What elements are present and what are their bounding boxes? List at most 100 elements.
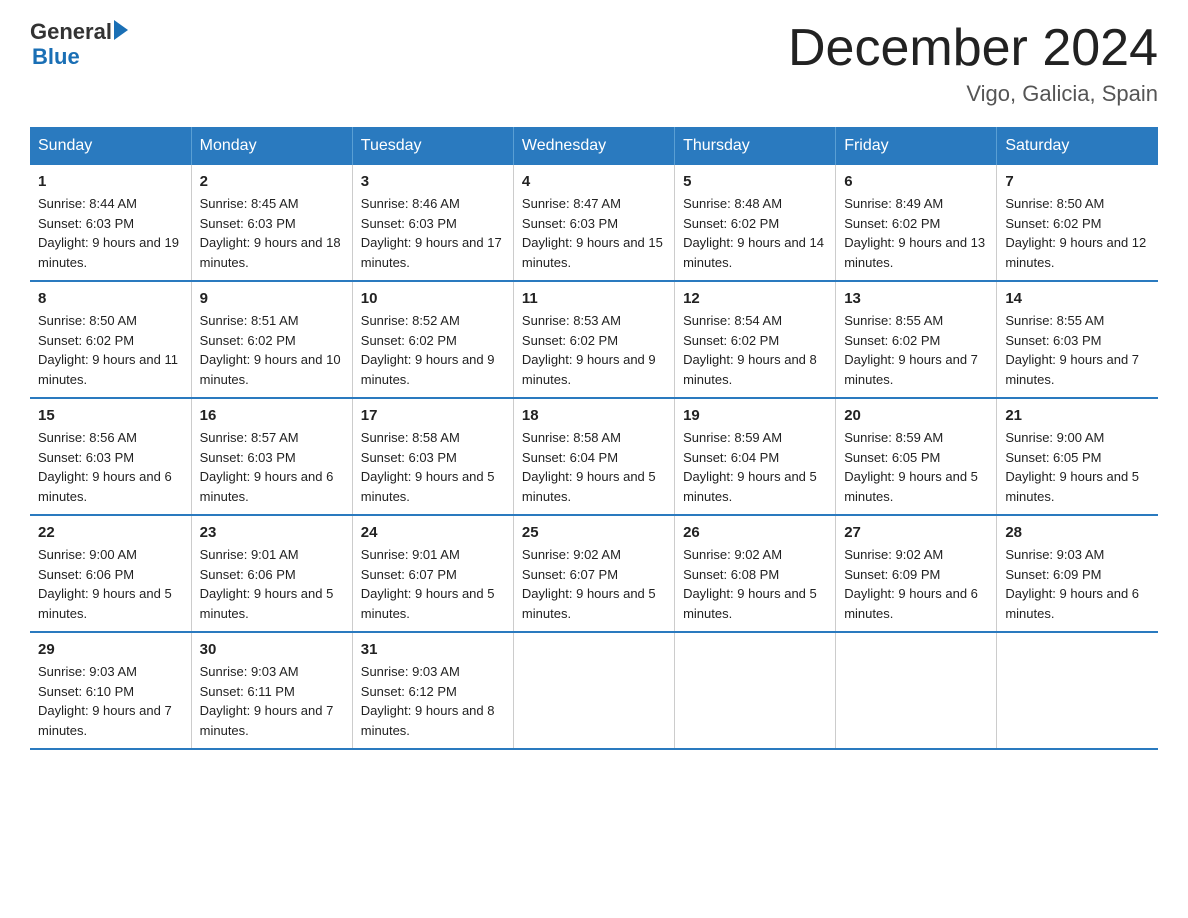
- day-number: 21: [1005, 407, 1150, 424]
- day-number: 24: [361, 524, 505, 541]
- day-info: Sunrise: 9:03 AMSunset: 6:10 PMDaylight:…: [38, 662, 183, 740]
- day-number: 19: [683, 407, 827, 424]
- day-info: Sunrise: 9:02 AMSunset: 6:08 PMDaylight:…: [683, 545, 827, 623]
- day-number: 14: [1005, 290, 1150, 307]
- day-number: 20: [844, 407, 988, 424]
- day-info: Sunrise: 8:48 AMSunset: 6:02 PMDaylight:…: [683, 194, 827, 272]
- calendar-week-row: 15 Sunrise: 8:56 AMSunset: 6:03 PMDaylig…: [30, 398, 1158, 515]
- day-info: Sunrise: 9:03 AMSunset: 6:09 PMDaylight:…: [1005, 545, 1150, 623]
- day-info: Sunrise: 8:47 AMSunset: 6:03 PMDaylight:…: [522, 194, 666, 272]
- day-info: Sunrise: 9:01 AMSunset: 6:07 PMDaylight:…: [361, 545, 505, 623]
- calendar-cell: 5 Sunrise: 8:48 AMSunset: 6:02 PMDayligh…: [675, 165, 836, 281]
- calendar-cell: 24 Sunrise: 9:01 AMSunset: 6:07 PMDaylig…: [352, 515, 513, 632]
- calendar-cell: 21 Sunrise: 9:00 AMSunset: 6:05 PMDaylig…: [997, 398, 1158, 515]
- day-number: 26: [683, 524, 827, 541]
- day-number: 8: [38, 290, 183, 307]
- page-header: General Blue December 2024 Vigo, Galicia…: [30, 20, 1158, 107]
- calendar-week-row: 29 Sunrise: 9:03 AMSunset: 6:10 PMDaylig…: [30, 632, 1158, 749]
- day-info: Sunrise: 8:59 AMSunset: 6:05 PMDaylight:…: [844, 428, 988, 506]
- calendar-week-row: 8 Sunrise: 8:50 AMSunset: 6:02 PMDayligh…: [30, 281, 1158, 398]
- day-info: Sunrise: 8:57 AMSunset: 6:03 PMDaylight:…: [200, 428, 344, 506]
- day-number: 29: [38, 641, 183, 658]
- day-info: Sunrise: 9:02 AMSunset: 6:07 PMDaylight:…: [522, 545, 666, 623]
- day-info: Sunrise: 8:52 AMSunset: 6:02 PMDaylight:…: [361, 311, 505, 389]
- day-info: Sunrise: 8:59 AMSunset: 6:04 PMDaylight:…: [683, 428, 827, 506]
- calendar-cell: 6 Sunrise: 8:49 AMSunset: 6:02 PMDayligh…: [836, 165, 997, 281]
- calendar-week-row: 22 Sunrise: 9:00 AMSunset: 6:06 PMDaylig…: [30, 515, 1158, 632]
- day-info: Sunrise: 8:44 AMSunset: 6:03 PMDaylight:…: [38, 194, 183, 272]
- day-number: 15: [38, 407, 183, 424]
- title-section: December 2024 Vigo, Galicia, Spain: [788, 20, 1158, 107]
- day-info: Sunrise: 8:46 AMSunset: 6:03 PMDaylight:…: [361, 194, 505, 272]
- calendar-cell: [675, 632, 836, 749]
- day-info: Sunrise: 8:56 AMSunset: 6:03 PMDaylight:…: [38, 428, 183, 506]
- day-info: Sunrise: 9:00 AMSunset: 6:05 PMDaylight:…: [1005, 428, 1150, 506]
- calendar-cell: 18 Sunrise: 8:58 AMSunset: 6:04 PMDaylig…: [513, 398, 674, 515]
- day-number: 4: [522, 173, 666, 190]
- day-info: Sunrise: 8:58 AMSunset: 6:04 PMDaylight:…: [522, 428, 666, 506]
- day-number: 3: [361, 173, 505, 190]
- calendar-header-sunday: Sunday: [30, 127, 191, 165]
- calendar-cell: 25 Sunrise: 9:02 AMSunset: 6:07 PMDaylig…: [513, 515, 674, 632]
- day-number: 9: [200, 290, 344, 307]
- day-number: 22: [38, 524, 183, 541]
- day-info: Sunrise: 8:50 AMSunset: 6:02 PMDaylight:…: [38, 311, 183, 389]
- day-number: 1: [38, 173, 183, 190]
- calendar-cell: 16 Sunrise: 8:57 AMSunset: 6:03 PMDaylig…: [191, 398, 352, 515]
- calendar-cell: 2 Sunrise: 8:45 AMSunset: 6:03 PMDayligh…: [191, 165, 352, 281]
- calendar-cell: 29 Sunrise: 9:03 AMSunset: 6:10 PMDaylig…: [30, 632, 191, 749]
- day-info: Sunrise: 8:50 AMSunset: 6:02 PMDaylight:…: [1005, 194, 1150, 272]
- day-number: 25: [522, 524, 666, 541]
- day-number: 12: [683, 290, 827, 307]
- month-title: December 2024: [788, 20, 1158, 77]
- calendar-header-thursday: Thursday: [675, 127, 836, 165]
- day-number: 5: [683, 173, 827, 190]
- calendar-cell: [836, 632, 997, 749]
- day-info: Sunrise: 9:02 AMSunset: 6:09 PMDaylight:…: [844, 545, 988, 623]
- calendar-cell: [997, 632, 1158, 749]
- calendar-table: SundayMondayTuesdayWednesdayThursdayFrid…: [30, 127, 1158, 750]
- day-number: 30: [200, 641, 344, 658]
- day-number: 23: [200, 524, 344, 541]
- logo-triangle-icon: [114, 20, 128, 40]
- calendar-cell: 31 Sunrise: 9:03 AMSunset: 6:12 PMDaylig…: [352, 632, 513, 749]
- calendar-cell: 27 Sunrise: 9:02 AMSunset: 6:09 PMDaylig…: [836, 515, 997, 632]
- logo-text-blue: Blue: [32, 44, 128, 70]
- day-info: Sunrise: 8:54 AMSunset: 6:02 PMDaylight:…: [683, 311, 827, 389]
- calendar-cell: 3 Sunrise: 8:46 AMSunset: 6:03 PMDayligh…: [352, 165, 513, 281]
- location-label: Vigo, Galicia, Spain: [788, 81, 1158, 107]
- day-number: 27: [844, 524, 988, 541]
- calendar-header-monday: Monday: [191, 127, 352, 165]
- day-number: 17: [361, 407, 505, 424]
- calendar-header-row: SundayMondayTuesdayWednesdayThursdayFrid…: [30, 127, 1158, 165]
- day-info: Sunrise: 8:49 AMSunset: 6:02 PMDaylight:…: [844, 194, 988, 272]
- calendar-cell: 12 Sunrise: 8:54 AMSunset: 6:02 PMDaylig…: [675, 281, 836, 398]
- calendar-header-tuesday: Tuesday: [352, 127, 513, 165]
- calendar-header-friday: Friday: [836, 127, 997, 165]
- calendar-header-wednesday: Wednesday: [513, 127, 674, 165]
- day-number: 28: [1005, 524, 1150, 541]
- day-info: Sunrise: 9:00 AMSunset: 6:06 PMDaylight:…: [38, 545, 183, 623]
- calendar-cell: 1 Sunrise: 8:44 AMSunset: 6:03 PMDayligh…: [30, 165, 191, 281]
- calendar-cell: 4 Sunrise: 8:47 AMSunset: 6:03 PMDayligh…: [513, 165, 674, 281]
- day-number: 18: [522, 407, 666, 424]
- day-number: 6: [844, 173, 988, 190]
- calendar-cell: 7 Sunrise: 8:50 AMSunset: 6:02 PMDayligh…: [997, 165, 1158, 281]
- calendar-cell: 28 Sunrise: 9:03 AMSunset: 6:09 PMDaylig…: [997, 515, 1158, 632]
- day-info: Sunrise: 9:03 AMSunset: 6:11 PMDaylight:…: [200, 662, 344, 740]
- logo: General Blue: [30, 20, 128, 70]
- calendar-cell: 14 Sunrise: 8:55 AMSunset: 6:03 PMDaylig…: [997, 281, 1158, 398]
- day-number: 11: [522, 290, 666, 307]
- calendar-week-row: 1 Sunrise: 8:44 AMSunset: 6:03 PMDayligh…: [30, 165, 1158, 281]
- calendar-cell: 15 Sunrise: 8:56 AMSunset: 6:03 PMDaylig…: [30, 398, 191, 515]
- day-info: Sunrise: 8:53 AMSunset: 6:02 PMDaylight:…: [522, 311, 666, 389]
- logo-text-general: General: [30, 20, 112, 44]
- day-info: Sunrise: 9:03 AMSunset: 6:12 PMDaylight:…: [361, 662, 505, 740]
- calendar-header-saturday: Saturday: [997, 127, 1158, 165]
- day-info: Sunrise: 8:51 AMSunset: 6:02 PMDaylight:…: [200, 311, 344, 389]
- day-number: 10: [361, 290, 505, 307]
- day-info: Sunrise: 8:55 AMSunset: 6:02 PMDaylight:…: [844, 311, 988, 389]
- day-number: 31: [361, 641, 505, 658]
- day-number: 13: [844, 290, 988, 307]
- day-number: 16: [200, 407, 344, 424]
